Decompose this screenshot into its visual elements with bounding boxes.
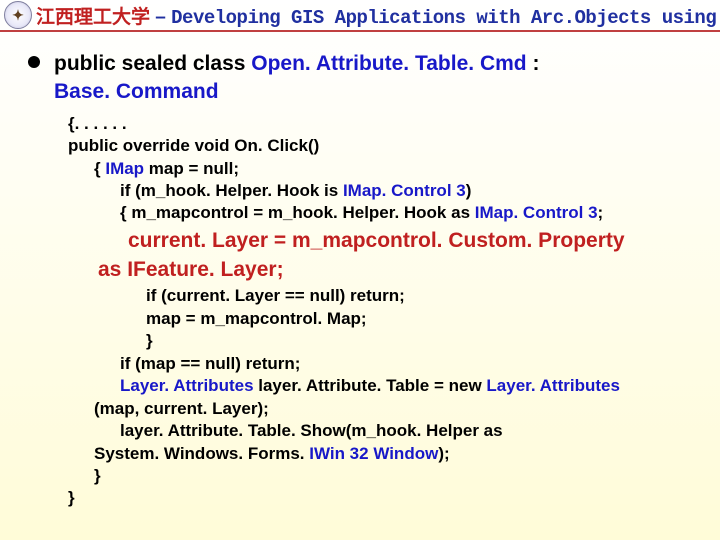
code-text: ; bbox=[598, 203, 604, 222]
code-line: { IMap map = null; bbox=[68, 158, 700, 180]
colon: : bbox=[532, 52, 539, 75]
type-name: IWin 32 Window bbox=[309, 444, 438, 463]
code-text: if (m_hook. Helper. Hook is bbox=[120, 181, 343, 200]
method-name: On. Click() bbox=[234, 136, 319, 155]
keyword: public override void bbox=[68, 136, 234, 155]
university-logo-icon: ✦ bbox=[4, 1, 32, 29]
code-text: ) bbox=[466, 181, 472, 200]
code-line: } bbox=[68, 487, 700, 509]
base-class-name: Base. Command bbox=[54, 80, 219, 103]
brace: { bbox=[94, 159, 105, 178]
code-line: Layer. Attributes layer. Attribute. Tabl… bbox=[68, 375, 700, 397]
code-line: public override void On. Click() bbox=[68, 135, 700, 157]
highlighted-code: current. Layer = m_mapcontrol. Custom. P… bbox=[68, 227, 700, 254]
code-block: {. . . . . . public override void On. Cl… bbox=[68, 113, 700, 510]
code-line: (map, current. Layer); bbox=[68, 398, 700, 420]
type-name: IMap. Control 3 bbox=[343, 181, 466, 200]
code-line: if (map == null) return; bbox=[68, 353, 700, 375]
logo-glyph: ✦ bbox=[12, 7, 24, 24]
code-line: System. Windows. Forms. IWin 32 Window); bbox=[68, 443, 700, 465]
keyword: public sealed class bbox=[54, 52, 251, 75]
bullet-item: public sealed class Open. Attribute. Tab… bbox=[28, 50, 700, 107]
slide-content: public sealed class Open. Attribute. Tab… bbox=[0, 32, 720, 520]
code-line: if (current. Layer == null) return; bbox=[68, 285, 700, 307]
class-declaration: public sealed class Open. Attribute. Tab… bbox=[54, 50, 539, 107]
code-line: layer. Attribute. Table. Show(m_hook. He… bbox=[68, 420, 700, 442]
type-name: IMap. Control 3 bbox=[475, 203, 598, 222]
header-chinese: 江西理工大学 bbox=[36, 7, 150, 28]
code-text: System. Windows. Forms. bbox=[94, 444, 309, 463]
code-line: if (m_hook. Helper. Hook is IMap. Contro… bbox=[68, 180, 700, 202]
code-line: {. . . . . . bbox=[68, 113, 700, 135]
header-separator: – bbox=[150, 7, 171, 28]
class-name: Open. Attribute. Table. Cmd bbox=[251, 52, 532, 75]
code-line: } bbox=[68, 330, 700, 352]
code-line: { m_mapcontrol = m_hook. Helper. Hook as… bbox=[68, 202, 700, 224]
type-name: Layer. Attributes bbox=[120, 376, 258, 395]
header-title: 江西理工大学 – Developing GIS Applications wit… bbox=[36, 2, 720, 29]
code-line: map = m_mapcontrol. Map; bbox=[68, 308, 700, 330]
code-text: ); bbox=[438, 444, 449, 463]
code-line: } bbox=[68, 465, 700, 487]
code-text: { m_mapcontrol = m_hook. Helper. Hook as bbox=[120, 203, 475, 222]
code-text: layer. Attribute. Table = new bbox=[258, 376, 486, 395]
slide-header: ✦ 江西理工大学 – Developing GIS Applications w… bbox=[0, 0, 720, 32]
type-name: Layer. Attributes bbox=[486, 376, 620, 395]
type-name: IMap bbox=[105, 159, 148, 178]
header-english: Developing GIS Applications with Arc.Obj… bbox=[171, 7, 720, 29]
bullet-icon bbox=[28, 56, 40, 68]
code-text: map = null; bbox=[149, 159, 239, 178]
highlighted-code: as IFeature. Layer; bbox=[68, 256, 700, 283]
